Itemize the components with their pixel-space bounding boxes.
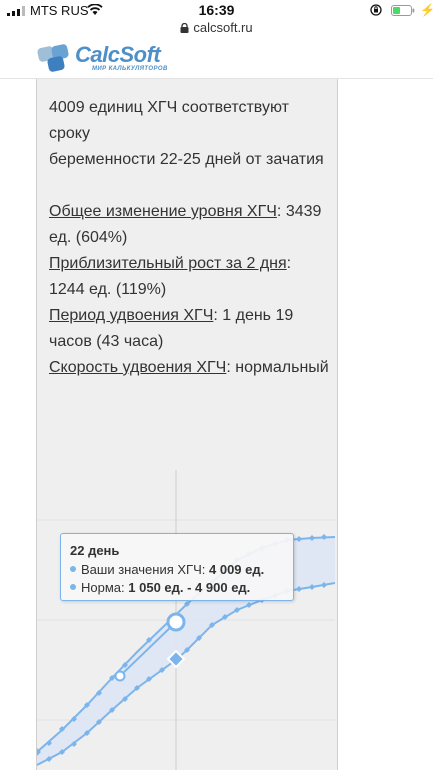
total-change-row: Общее изменение уровня ХГЧ: 3439 ед. (60… xyxy=(49,203,322,246)
user-point-current[interactable] xyxy=(166,612,186,632)
tooltip-title: 22 день xyxy=(70,543,120,558)
address-bar[interactable]: calcsoft.ru xyxy=(0,20,433,40)
result-summary-1: 4009 единиц ХГЧ соответствуют сроку xyxy=(49,99,289,142)
tooltip-norm-row: Норма: 1 050 ед. - 4 900 ед. xyxy=(70,580,250,595)
calcsoft-logo-icon[interactable] xyxy=(36,43,72,73)
doubling-speed-row: Скорость удвоения ХГЧ: нормальный xyxy=(49,359,329,376)
growth-value: 1244 ед. (119%) xyxy=(49,281,167,298)
tooltip-your-value: 4 009 ед. xyxy=(209,562,265,577)
hcg-chart[interactable] xyxy=(37,460,335,770)
result-summary-2: беременности 22-25 дней от зачатия xyxy=(49,151,324,168)
tooltip-your-values-row: Ваши значения ХГЧ: 4 009 ед. xyxy=(70,562,264,577)
doubling-speed-label: Скорость удвоения ХГЧ xyxy=(49,359,227,376)
lock-icon xyxy=(180,23,189,33)
charging-icon: ⚡ xyxy=(420,3,433,17)
chart-tooltip: 22 день Ваши значения ХГЧ: 4 009 ед. Нор… xyxy=(60,533,294,601)
battery-icon xyxy=(391,5,415,16)
tooltip-bullet-icon xyxy=(70,566,76,572)
clock: 16:39 xyxy=(198,2,235,18)
tooltip-norm-label: Норма: xyxy=(81,580,125,595)
logo-text[interactable]: CalcSoft xyxy=(75,42,161,68)
url-domain: calcsoft.ru xyxy=(193,20,253,35)
rotation-lock-icon xyxy=(370,4,382,16)
site-header: CalcSoft МИР КАЛЬКУЛЯТОРОВ xyxy=(0,40,433,79)
tooltip-your-label: Ваши значения ХГЧ: xyxy=(81,562,206,577)
results-text: 4009 единиц ХГЧ соответствуют сроку бере… xyxy=(49,95,329,381)
doubling-period-row: Период удвоения ХГЧ: 1 день 19 часов (43… xyxy=(49,307,294,350)
logo-subtitle: МИР КАЛЬКУЛЯТОРОВ xyxy=(92,66,168,72)
status-bar: MTS RUS 16:39 ⚡ xyxy=(0,0,433,20)
growth-row: Приблизительный рост за 2 дня: 1244 ед. … xyxy=(49,255,292,298)
tooltip-bullet-icon xyxy=(70,584,76,590)
growth-label: Приблизительный рост за 2 дня xyxy=(49,255,287,272)
tooltip-norm-value: 1 050 ед. - 4 900 ед. xyxy=(128,580,251,595)
doubling-speed-value: нормальный xyxy=(235,359,329,376)
total-change-label: Общее изменение уровня ХГЧ xyxy=(49,203,277,220)
user-point-first[interactable] xyxy=(114,670,126,682)
doubling-period-label: Период удвоения ХГЧ xyxy=(49,307,214,324)
